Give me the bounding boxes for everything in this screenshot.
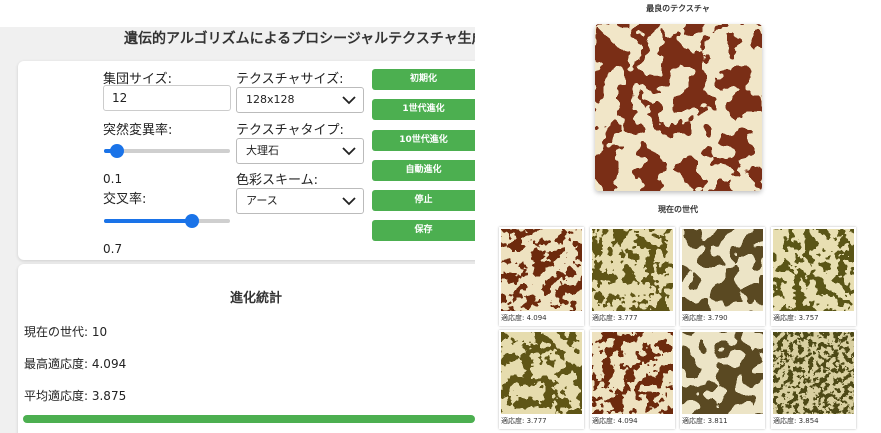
color-scheme-select[interactable]: アース (236, 188, 364, 214)
fitness-label: 適応度: 4.094 (501, 314, 547, 322)
best-texture-title: 最良のテクスチャ (646, 4, 710, 13)
texture-image (773, 229, 854, 311)
control-pane: 遺伝的アルゴリズムによるプロシージャルテクスチャ生成 集団サイズ: 12 突然変… (0, 0, 475, 433)
progress-fill (23, 415, 475, 423)
color-scheme-value: アース (246, 194, 278, 207)
stop-button[interactable]: 停止 (372, 190, 475, 211)
header-strip (0, 0, 475, 27)
texture-pattern (682, 332, 763, 414)
fitness-label: 適応度: 3.777 (501, 417, 547, 425)
texture-card[interactable]: 適応度: 3.790 (680, 227, 765, 326)
evolve-1-button[interactable]: 1世代進化 (372, 99, 475, 120)
fitness-label: 適応度: 3.854 (773, 417, 819, 425)
auto-evolve-button[interactable]: 自動進化 (372, 160, 475, 181)
texture-size-select[interactable]: 128x128 (236, 87, 364, 113)
current-generation-title: 現在の世代 (658, 205, 698, 214)
texture-pane: 最良のテクスチャ 現在の世代 適応度: 4.094 適応度: 3.777 適応度: … (475, 0, 881, 433)
crossover-slider[interactable] (104, 213, 230, 229)
texture-card[interactable]: 適応度: 3.757 (771, 227, 856, 326)
texture-size-label: テクスチャサイズ: (236, 72, 344, 87)
texture-pattern (773, 332, 854, 414)
save-button[interactable]: 保存 (372, 220, 475, 241)
best-texture-image (595, 24, 762, 191)
texture-card[interactable]: 適応度: 3.811 (680, 330, 765, 429)
texture-card[interactable]: 適応度: 3.777 (590, 227, 675, 326)
texture-pattern (592, 332, 673, 414)
chevron-down-icon (342, 147, 356, 156)
mutation-slider[interactable] (104, 143, 230, 159)
mutation-label: 突然変異率: (103, 123, 173, 138)
texture-image (592, 229, 673, 311)
slider-thumb[interactable] (109, 144, 124, 158)
fitness-label: 適応度: 4.094 (592, 417, 638, 425)
texture-card[interactable]: 適応度: 3.854 (771, 330, 856, 429)
texture-type-value: 大理石 (246, 144, 279, 157)
best-fitness: 最高適応度: 4.094 (24, 357, 127, 371)
slider-fill (104, 219, 193, 223)
texture-image (682, 229, 763, 311)
crossover-value: 0.7 (103, 242, 123, 256)
texture-image (592, 332, 673, 414)
mutation-value: 0.1 (103, 172, 123, 186)
texture-image (501, 332, 582, 414)
texture-card[interactable]: 適応度: 3.777 (499, 330, 584, 429)
chevron-down-icon (342, 197, 356, 206)
init-button[interactable]: 初期化 (372, 69, 475, 90)
texture-type-select[interactable]: 大理石 (236, 138, 364, 164)
texture-pattern (682, 229, 763, 311)
texture-pattern (501, 229, 582, 311)
evolve-10-button[interactable]: 10世代進化 (372, 130, 475, 151)
fitness-label: 適応度: 3.777 (592, 314, 638, 322)
stats-title: 進化統計 (230, 291, 283, 306)
fitness-label: 適応度: 3.811 (682, 417, 728, 425)
texture-type-label: テクスチャタイプ: (236, 123, 344, 138)
color-scheme-label: 色彩スキーム: (236, 173, 318, 188)
texture-image (773, 332, 854, 414)
texture-size-value: 128x128 (246, 93, 295, 106)
texture-image (682, 332, 763, 414)
fitness-label: 適応度: 3.757 (773, 314, 819, 322)
crossover-label: 交叉率: (103, 192, 147, 207)
texture-image (501, 229, 582, 311)
texture-pattern (501, 332, 582, 414)
texture-card[interactable]: 適応度: 4.094 (499, 227, 584, 326)
current-generation: 現在の世代: 10 (24, 325, 108, 339)
slider-thumb[interactable] (185, 214, 200, 228)
fitness-label: 適応度: 3.790 (682, 314, 728, 322)
average-fitness: 平均適応度: 3.875 (24, 389, 127, 403)
texture-pattern (595, 24, 762, 191)
texture-pattern (592, 229, 673, 311)
texture-card[interactable]: 適応度: 4.094 (590, 330, 675, 429)
chevron-down-icon (342, 96, 356, 105)
progress-bar (23, 415, 475, 423)
texture-pattern (773, 229, 854, 311)
app-title: 遺伝的アルゴリズムによるプロシージャルテクスチャ生成 (124, 31, 475, 47)
population-input[interactable]: 12 (103, 85, 231, 111)
